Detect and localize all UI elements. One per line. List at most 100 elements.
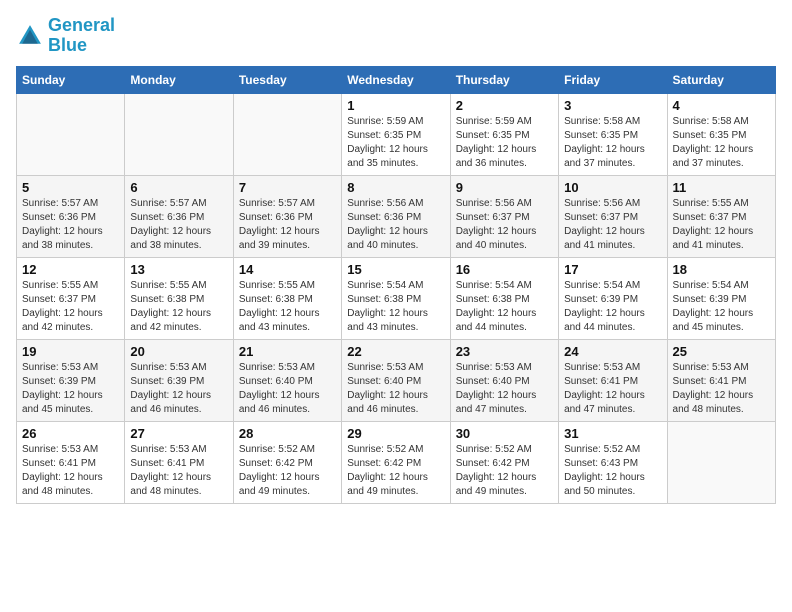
- calendar-cell: 4 Sunrise: 5:58 AM Sunset: 6:35 PM Daylig…: [667, 93, 775, 175]
- calendar-cell: 25 Sunrise: 5:53 AM Sunset: 6:41 PM Dayli…: [667, 339, 775, 421]
- weekday-header-wednesday: Wednesday: [342, 66, 450, 93]
- day-detail: Sunrise: 5:58 AM Sunset: 6:35 PM Dayligh…: [564, 115, 661, 171]
- day-detail: Sunrise: 5:56 AM Sunset: 6:37 PM Dayligh…: [456, 197, 553, 253]
- calendar-cell: [17, 93, 125, 175]
- day-detail: Sunrise: 5:52 AM Sunset: 6:42 PM Dayligh…: [239, 443, 336, 499]
- calendar-cell: 8 Sunrise: 5:56 AM Sunset: 6:36 PM Daylig…: [342, 175, 450, 257]
- calendar-week-4: 19 Sunrise: 5:53 AM Sunset: 6:39 PM Dayli…: [17, 339, 776, 421]
- calendar-cell: [233, 93, 341, 175]
- calendar-cell: 10 Sunrise: 5:56 AM Sunset: 6:37 PM Dayli…: [559, 175, 667, 257]
- day-number: 27: [130, 426, 227, 441]
- day-number: 26: [22, 426, 119, 441]
- day-number: 3: [564, 98, 661, 113]
- day-detail: Sunrise: 5:59 AM Sunset: 6:35 PM Dayligh…: [456, 115, 553, 171]
- day-number: 13: [130, 262, 227, 277]
- calendar-cell: 23 Sunrise: 5:53 AM Sunset: 6:40 PM Dayli…: [450, 339, 558, 421]
- day-detail: Sunrise: 5:57 AM Sunset: 6:36 PM Dayligh…: [130, 197, 227, 253]
- day-number: 28: [239, 426, 336, 441]
- day-detail: Sunrise: 5:53 AM Sunset: 6:40 PM Dayligh…: [347, 361, 444, 417]
- calendar-cell: 7 Sunrise: 5:57 AM Sunset: 6:36 PM Daylig…: [233, 175, 341, 257]
- day-number: 23: [456, 344, 553, 359]
- day-number: 11: [673, 180, 770, 195]
- day-detail: Sunrise: 5:54 AM Sunset: 6:39 PM Dayligh…: [673, 279, 770, 335]
- day-detail: Sunrise: 5:53 AM Sunset: 6:39 PM Dayligh…: [130, 361, 227, 417]
- calendar-cell: 12 Sunrise: 5:55 AM Sunset: 6:37 PM Dayli…: [17, 257, 125, 339]
- weekday-header-sunday: Sunday: [17, 66, 125, 93]
- calendar-cell: 13 Sunrise: 5:55 AM Sunset: 6:38 PM Dayli…: [125, 257, 233, 339]
- day-number: 2: [456, 98, 553, 113]
- day-detail: Sunrise: 5:53 AM Sunset: 6:40 PM Dayligh…: [239, 361, 336, 417]
- day-detail: Sunrise: 5:53 AM Sunset: 6:40 PM Dayligh…: [456, 361, 553, 417]
- day-number: 1: [347, 98, 444, 113]
- logo-text: General Blue: [48, 16, 115, 56]
- logo-icon: [16, 22, 44, 50]
- day-detail: Sunrise: 5:55 AM Sunset: 6:37 PM Dayligh…: [673, 197, 770, 253]
- weekday-header-saturday: Saturday: [667, 66, 775, 93]
- day-number: 31: [564, 426, 661, 441]
- day-detail: Sunrise: 5:52 AM Sunset: 6:43 PM Dayligh…: [564, 443, 661, 499]
- calendar-cell: 14Sunrise: 5:55 AM Sunset: 6:38 PM Dayli…: [233, 257, 341, 339]
- calendar-cell: 18 Sunrise: 5:54 AM Sunset: 6:39 PM Dayli…: [667, 257, 775, 339]
- day-number: 16: [456, 262, 553, 277]
- day-detail: Sunrise: 5:55 AM Sunset: 6:38 PM Dayligh…: [130, 279, 227, 335]
- day-number: 25: [673, 344, 770, 359]
- day-number: 12: [22, 262, 119, 277]
- weekday-header-thursday: Thursday: [450, 66, 558, 93]
- day-number: 19: [22, 344, 119, 359]
- calendar-cell: 19 Sunrise: 5:53 AM Sunset: 6:39 PM Dayli…: [17, 339, 125, 421]
- day-number: 5: [22, 180, 119, 195]
- calendar-cell: [667, 421, 775, 503]
- weekday-header-friday: Friday: [559, 66, 667, 93]
- calendar-cell: 24 Sunrise: 5:53 AM Sunset: 6:41 PM Dayli…: [559, 339, 667, 421]
- day-number: 21: [239, 344, 336, 359]
- day-detail: Sunrise: 5:53 AM Sunset: 6:41 PM Dayligh…: [130, 443, 227, 499]
- calendar-week-3: 12 Sunrise: 5:55 AM Sunset: 6:37 PM Dayli…: [17, 257, 776, 339]
- weekday-header-tuesday: Tuesday: [233, 66, 341, 93]
- day-detail: Sunrise: 5:54 AM Sunset: 6:38 PM Dayligh…: [347, 279, 444, 335]
- calendar-week-1: 1 Sunrise: 5:59 AM Sunset: 6:35 PM Daylig…: [17, 93, 776, 175]
- day-detail: Sunrise: 5:55 AM Sunset: 6:37 PM Dayligh…: [22, 279, 119, 335]
- weekday-header-monday: Monday: [125, 66, 233, 93]
- calendar-cell: 21 Sunrise: 5:53 AM Sunset: 6:40 PM Dayli…: [233, 339, 341, 421]
- calendar-cell: 5 Sunrise: 5:57 AM Sunset: 6:36 PM Daylig…: [17, 175, 125, 257]
- day-detail: Sunrise: 5:56 AM Sunset: 6:37 PM Dayligh…: [564, 197, 661, 253]
- day-number: 9: [456, 180, 553, 195]
- calendar-cell: 28 Sunrise: 5:52 AM Sunset: 6:42 PM Dayli…: [233, 421, 341, 503]
- day-number: 30: [456, 426, 553, 441]
- calendar-week-2: 5 Sunrise: 5:57 AM Sunset: 6:36 PM Daylig…: [17, 175, 776, 257]
- logo: General Blue: [16, 16, 115, 56]
- day-detail: Sunrise: 5:55 AM Sunset: 6:38 PM Dayligh…: [239, 279, 336, 335]
- calendar-cell: 16 Sunrise: 5:54 AM Sunset: 6:38 PM Dayli…: [450, 257, 558, 339]
- day-detail: Sunrise: 5:53 AM Sunset: 6:41 PM Dayligh…: [22, 443, 119, 499]
- day-detail: Sunrise: 5:52 AM Sunset: 6:42 PM Dayligh…: [347, 443, 444, 499]
- day-number: 18: [673, 262, 770, 277]
- day-number: 24: [564, 344, 661, 359]
- calendar-cell: 6 Sunrise: 5:57 AM Sunset: 6:36 PM Daylig…: [125, 175, 233, 257]
- calendar-cell: [125, 93, 233, 175]
- day-detail: Sunrise: 5:57 AM Sunset: 6:36 PM Dayligh…: [22, 197, 119, 253]
- calendar-cell: 11 Sunrise: 5:55 AM Sunset: 6:37 PM Dayli…: [667, 175, 775, 257]
- day-detail: Sunrise: 5:53 AM Sunset: 6:41 PM Dayligh…: [673, 361, 770, 417]
- day-detail: Sunrise: 5:58 AM Sunset: 6:35 PM Dayligh…: [673, 115, 770, 171]
- day-detail: Sunrise: 5:57 AM Sunset: 6:36 PM Dayligh…: [239, 197, 336, 253]
- day-detail: Sunrise: 5:54 AM Sunset: 6:39 PM Dayligh…: [564, 279, 661, 335]
- day-number: 4: [673, 98, 770, 113]
- calendar-week-5: 26 Sunrise: 5:53 AM Sunset: 6:41 PM Dayli…: [17, 421, 776, 503]
- day-number: 22: [347, 344, 444, 359]
- day-detail: Sunrise: 5:59 AM Sunset: 6:35 PM Dayligh…: [347, 115, 444, 171]
- calendar-cell: 30Sunrise: 5:52 AM Sunset: 6:42 PM Dayli…: [450, 421, 558, 503]
- calendar-cell: 27 Sunrise: 5:53 AM Sunset: 6:41 PM Dayli…: [125, 421, 233, 503]
- calendar-cell: 15Sunrise: 5:54 AM Sunset: 6:38 PM Dayli…: [342, 257, 450, 339]
- day-number: 8: [347, 180, 444, 195]
- day-detail: Sunrise: 5:56 AM Sunset: 6:36 PM Dayligh…: [347, 197, 444, 253]
- day-detail: Sunrise: 5:54 AM Sunset: 6:38 PM Dayligh…: [456, 279, 553, 335]
- day-number: 10: [564, 180, 661, 195]
- day-detail: Sunrise: 5:53 AM Sunset: 6:39 PM Dayligh…: [22, 361, 119, 417]
- day-number: 7: [239, 180, 336, 195]
- calendar-cell: 1 Sunrise: 5:59 AM Sunset: 6:35 PM Daylig…: [342, 93, 450, 175]
- page-header: General Blue: [16, 16, 776, 56]
- day-detail: Sunrise: 5:53 AM Sunset: 6:41 PM Dayligh…: [564, 361, 661, 417]
- calendar-cell: 20Sunrise: 5:53 AM Sunset: 6:39 PM Dayli…: [125, 339, 233, 421]
- day-number: 29: [347, 426, 444, 441]
- day-number: 6: [130, 180, 227, 195]
